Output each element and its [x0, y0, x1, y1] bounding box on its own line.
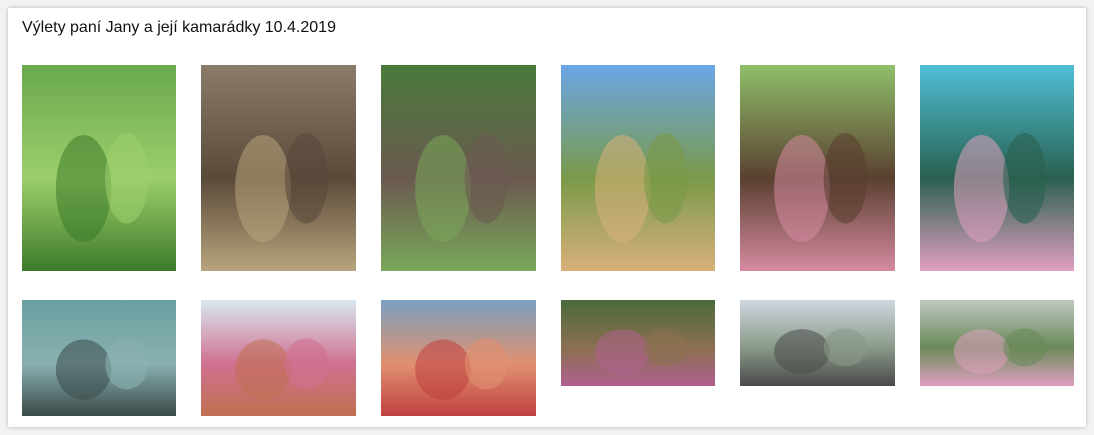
- photo-image: [381, 300, 536, 416]
- photo-image: [22, 65, 176, 271]
- photo-elephant-bath[interactable]: [22, 300, 176, 416]
- photo-woman-with-elder[interactable]: [740, 65, 895, 271]
- photo-tea-plantation-selfie[interactable]: [22, 65, 176, 271]
- photo-image: [561, 300, 715, 386]
- photo-image: [381, 65, 536, 271]
- photo-child-train-selfie[interactable]: [920, 65, 1074, 271]
- photo-image: [561, 65, 715, 271]
- photo-jeep-roadside[interactable]: [740, 300, 895, 386]
- photo-image: [201, 65, 356, 271]
- photo-image: [201, 300, 356, 416]
- photo-image: [920, 65, 1074, 271]
- photo-image: [920, 300, 1074, 386]
- gallery-card: Výlety paní Jany a její kamarádky 10.4.2…: [8, 8, 1086, 427]
- photo-elephant-riders[interactable]: [381, 65, 536, 271]
- photo-viewpoint-selfie[interactable]: [201, 300, 356, 416]
- photo-image: [740, 65, 895, 271]
- photo-railway-track[interactable]: [561, 300, 715, 386]
- gallery-title: Výlety paní Jany a její kamarádky 10.4.2…: [22, 19, 336, 36]
- photo-sigiriya-rock[interactable]: [561, 65, 715, 271]
- photo-image: [740, 300, 895, 386]
- photo-image: [22, 300, 176, 416]
- photo-boat-ride[interactable]: [381, 300, 536, 416]
- photo-ella-station[interactable]: [920, 300, 1074, 386]
- photo-elephant-woman[interactable]: [201, 65, 356, 271]
